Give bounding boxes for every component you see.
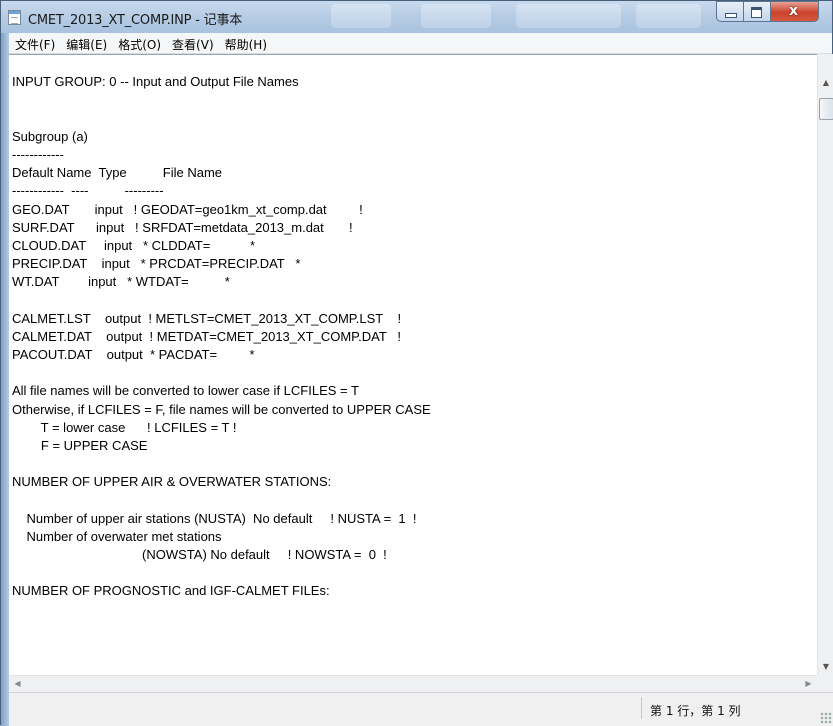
text-line: Number of upper air stations (NUSTA) No … [12,510,417,526]
status-divider [641,697,642,719]
text-line: NUMBER OF PROGNOSTIC and IGF-CALMET FILE… [12,583,330,599]
scroll-right-icon[interactable]: ▶ [800,676,817,692]
notepad-icon [8,10,21,25]
close-icon: x [789,3,799,19]
minimize-icon [725,13,737,18]
notepad-window: CMET_2013_XT_COMP.INP - 记事本 x 文件(F) 编辑(E)… [0,0,833,726]
scroll-left-icon[interactable]: ◀ [9,676,26,692]
text-line: Number of overwater met stations [12,528,222,544]
cursor-position: 第 1 行，第 1 列 [650,704,741,718]
text-line [12,91,817,109]
text-line [12,110,817,128]
menu-file[interactable]: 文件(F) [9,33,60,53]
text-editor[interactable]: INPUT GROUP: 0 -- Input and Output File … [9,54,817,676]
text-line: ------------ ---- --------- [12,183,164,199]
text-line: Otherwise, if LCFILES = F, file names wi… [12,401,431,417]
text-line: T = lower case ! LCFILES = T ! [12,419,237,435]
blurred-taskbar-item [516,4,621,28]
scroll-down-icon[interactable]: ▼ [818,658,833,675]
text-line: PACOUT.DAT output * PACDAT= * [12,347,255,362]
blurred-taskbar-item [421,4,491,28]
minimize-button[interactable] [716,1,744,22]
text-line: CALMET.LST output ! METLST=CMET_2013_XT_… [12,310,402,326]
text-line: WT.DAT input * WTDAT= * [12,274,230,290]
title-bar[interactable]: CMET_2013_XT_COMP.INP - 记事本 x [1,1,832,33]
status-bar: 第 1 行，第 1 列 [9,692,833,726]
text-line: (NOWSTA) No default ! NOWSTA = 0 ! [12,547,387,563]
text-line: CALMET.DAT output ! METDAT=CMET_2013_XT_… [12,328,402,344]
menu-help[interactable]: 帮助(H) [219,33,272,53]
text-line: SURF.DAT input ! SRFDAT=metdata_2013_m.d… [12,219,353,235]
text-line: PRECIP.DAT input * PRCDAT=PRECIP.DAT * [12,256,301,272]
vertical-scrollbar[interactable]: ▲ ▼ [817,54,833,675]
text-line [12,492,817,510]
scroll-up-icon[interactable]: ▲ [818,74,833,91]
menu-edit[interactable]: 编辑(E) [60,33,112,53]
text-line: Default Name Type File Name [12,165,223,181]
text-line: All file names will be converted to lowe… [12,383,359,399]
text-line: CLOUD.DAT input * CLDDAT= * [12,237,256,253]
scrollbar-corner [817,675,833,692]
blurred-taskbar-item [636,4,701,28]
text-line: INPUT GROUP: 0 -- Input and Output File … [12,74,299,90]
menu-format[interactable]: 格式(O) [112,33,166,53]
text-line: Subgroup (a) [12,128,88,144]
text-line: F = UPPER CASE [12,437,148,453]
text-line: ------------ [12,146,64,162]
document-text[interactable]: INPUT GROUP: 0 -- Input and Output File … [12,55,817,619]
text-line [12,564,817,582]
text-line: GEO.DAT input ! GEODAT=geo1km_xt_comp.da… [12,201,363,217]
menu-view[interactable]: 查看(V) [166,33,219,53]
blurred-taskbar-item [331,4,391,28]
vertical-scroll-thumb[interactable] [819,98,833,120]
text-line [12,601,817,619]
horizontal-scrollbar[interactable]: ◀ ▶ [9,675,817,692]
resize-grip-icon[interactable] [820,712,832,724]
maximize-icon [751,7,762,18]
text-line [12,291,817,309]
text-line [12,55,817,73]
text-line: NUMBER OF UPPER AIR & OVERWATER STATIONS… [12,474,332,490]
text-line [12,455,817,473]
window-frame-left [1,33,9,726]
window-title: CMET_2013_XT_COMP.INP - 记事本 [28,13,243,28]
menu-bar: 文件(F) 编辑(E) 格式(O) 查看(V) 帮助(H) [9,33,832,54]
text-line [12,364,817,382]
close-button[interactable]: x [771,1,819,22]
maximize-button[interactable] [744,1,771,22]
